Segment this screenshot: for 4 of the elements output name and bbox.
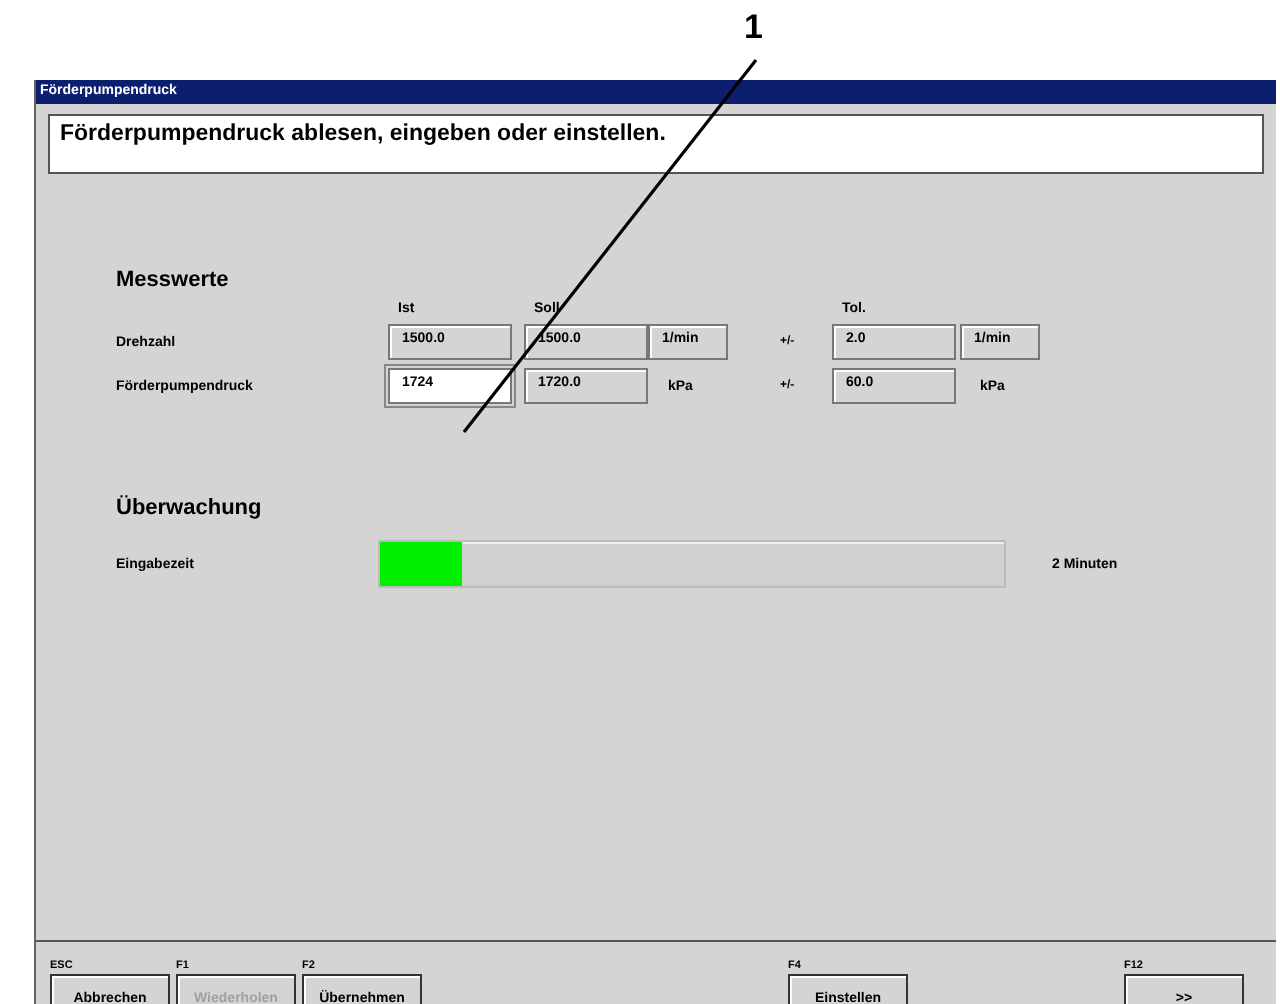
- callout-number: 1: [744, 8, 763, 48]
- section-heading: Überwachung: [116, 496, 264, 520]
- instruction-text: Förderpumpendruck ablesen, eingeben oder einstellen.: [48, 114, 1264, 174]
- section-heading: Messwerte: [116, 268, 231, 292]
